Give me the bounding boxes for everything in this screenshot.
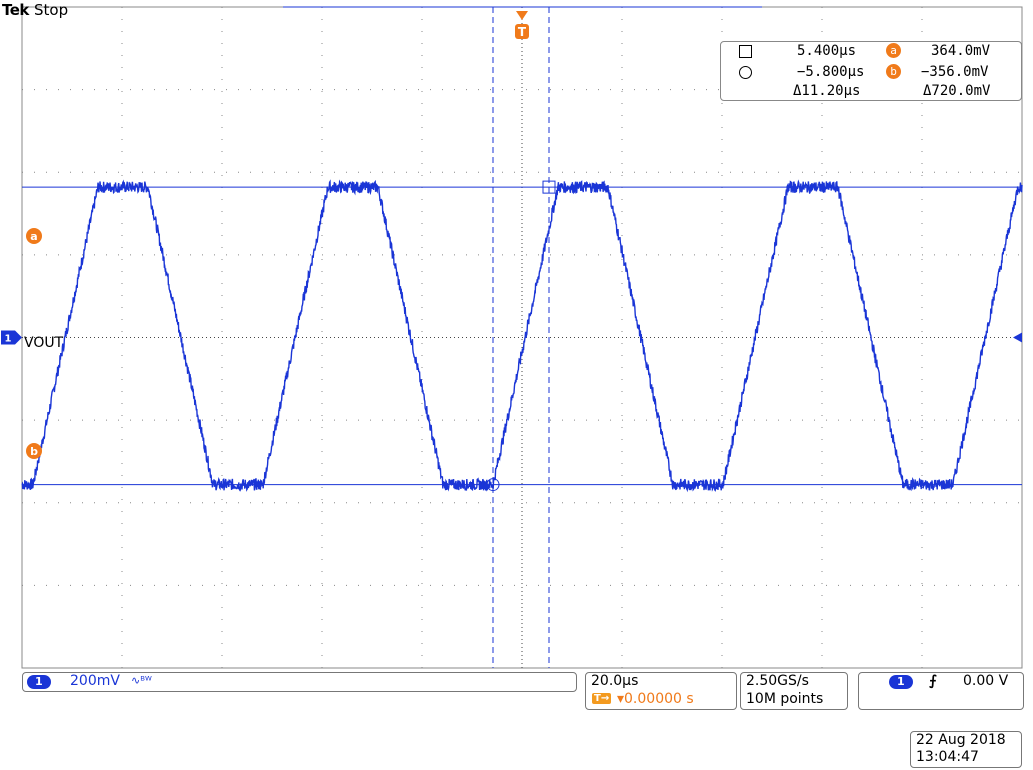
trigger-level: 0.00 V [963,673,1009,689]
time: 13:04:47 [916,749,979,765]
cursor-time-a-icon [739,45,752,58]
cursor-time-a: 5.400µs [797,43,857,59]
graticule [21,6,1023,669]
trigger-level-arrow-icon [1013,332,1022,343]
trigger-marker-label: T [518,25,527,39]
trigger-position-icon: T→ [592,693,612,704]
scope-display: Tab1 [1,6,1023,669]
datetime-display: 22 Aug 2018 13:04:47 [910,731,1022,768]
cursor-a-marker-label: a [30,230,37,243]
channel1-settings[interactable]: 1 200mV ∿ᴮᵂ [22,672,577,692]
channel-label: VOUT [24,335,64,351]
trigger-position-arrow [516,11,528,20]
cursor-volt-delta: Δ720.0mV [923,83,991,99]
cursor-readout-panel: 5.400µs a 364.0mV −5.800µs b −356.0mV Δ1… [720,41,1022,101]
cursor-b-icon: b [886,64,901,79]
trigger-settings[interactable]: 1 ⨍ 0.00 V [858,672,1024,710]
channel1-scale: 200mV [70,673,120,689]
acquisition-settings[interactable]: 2.50GS/s 10M points [740,672,848,710]
time-per-div: 20.0µs [591,673,639,689]
horizontal-position: ▾0.00000 s [617,691,694,707]
record-length: 10M points [746,691,824,707]
cursor-time-delta: Δ11.20µs [793,83,861,99]
cursor-volt-a: 364.0mV [931,43,991,59]
sample-rate: 2.50GS/s [746,673,809,689]
channel1-badge: 1 [27,675,51,689]
date: 22 Aug 2018 [916,732,1006,748]
cursor-a-icon: a [886,43,901,58]
acquisition-status: Stop [34,1,69,19]
cursor-time-b: −5.800µs [797,64,865,80]
bandwidth-limit-icon: ∿ᴮᵂ [131,674,152,687]
cursor-b-marker-label: b [30,445,38,458]
horizontal-settings[interactable]: 20.0µs T→ ▾0.00000 s [585,672,737,710]
channel1-ground-marker-label: 1 [5,334,12,345]
trigger-source-badge: 1 [889,675,913,689]
cursor-volt-b: −356.0mV [921,64,989,80]
trigger-slope-icon: ⨍ [929,673,937,689]
cursor-time-b-icon [739,66,752,79]
brand-logo: Tek [2,1,29,19]
